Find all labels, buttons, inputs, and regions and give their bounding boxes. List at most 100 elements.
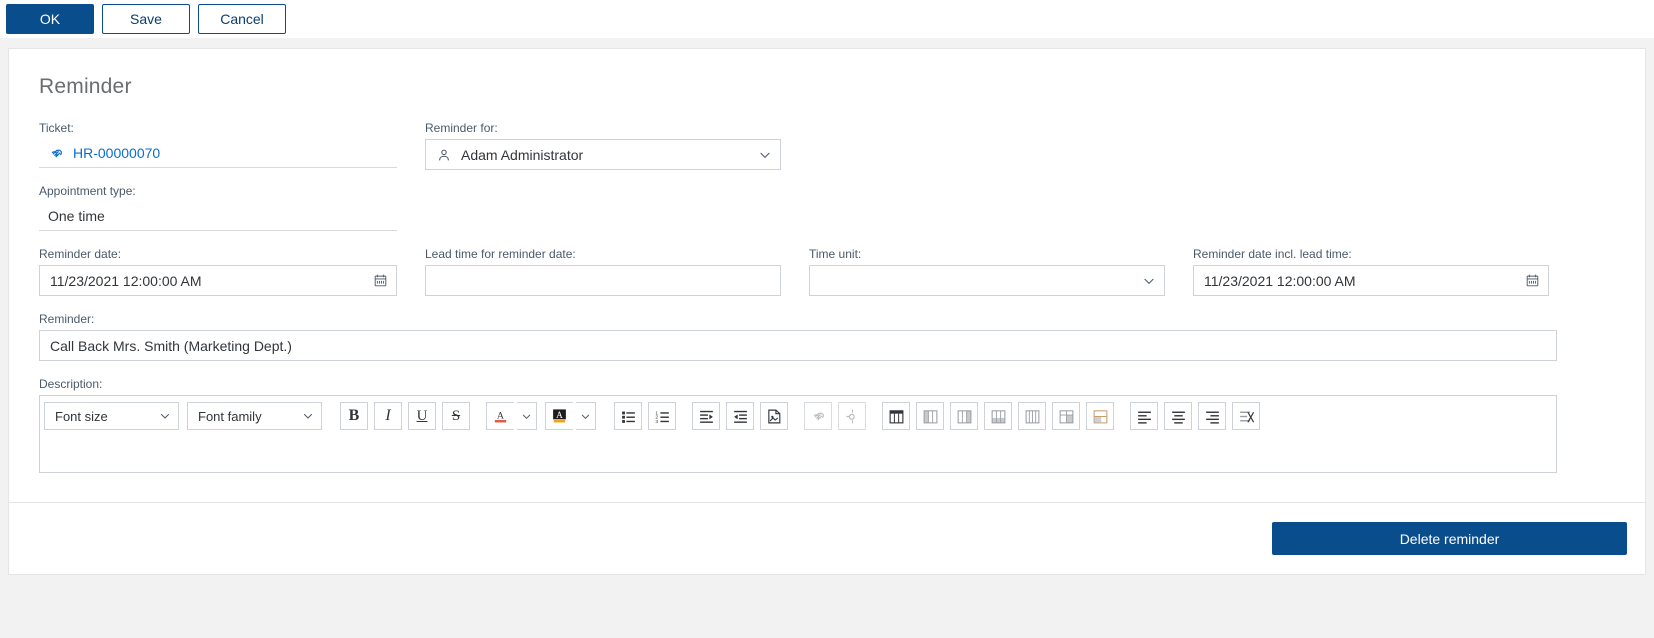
insert-link-glyph [813, 412, 824, 420]
description-group: Description: Font size Font family B I U… [39, 377, 1557, 473]
insert-link-icon[interactable] [804, 402, 832, 430]
table-split-icon[interactable] [1052, 402, 1080, 430]
clear-formatting-icon[interactable] [1232, 402, 1260, 430]
time-unit-label: Time unit: [809, 247, 862, 261]
delete-reminder-button[interactable]: Delete reminder [1272, 522, 1627, 555]
insert-table-icon[interactable] [882, 402, 910, 430]
table-column-left-icon[interactable] [916, 402, 944, 430]
font-color-dropdown[interactable] [517, 402, 537, 430]
reminder-date-group: Reminder date: 11/23/2021 12:00:00 AM [39, 247, 397, 296]
cancel-button[interactable]: Cancel [198, 4, 286, 34]
ticket-field[interactable]: HR-00000070 [39, 139, 397, 168]
numbered-list-icon[interactable]: 1 2 3 [648, 402, 676, 430]
bullet-list-glyph [621, 411, 635, 423]
reminder-date-incl-lead-value: 11/23/2021 12:00:00 AM [1204, 272, 1356, 289]
calendar-icon[interactable] [1525, 273, 1540, 288]
highlight-color-glyph: A [553, 408, 566, 422]
time-unit-select[interactable] [809, 265, 1165, 296]
highlight-color-icon[interactable]: A [545, 402, 573, 430]
align-center-icon[interactable] [1164, 402, 1192, 430]
table-merge-glyph [1093, 409, 1107, 423]
appointment-type-label: Appointment type: [39, 184, 136, 198]
reminder-input[interactable]: Call Back Mrs. Smith (Marketing Dept.) [39, 330, 1557, 361]
chevron-down-icon[interactable] [1142, 274, 1156, 288]
chevron-down-icon [161, 414, 169, 419]
highlight-color-dropdown[interactable] [576, 402, 596, 430]
reminder-date-value: 11/23/2021 12:00:00 AM [50, 272, 202, 289]
svg-text:3: 3 [655, 418, 658, 424]
ticket-group: Ticket: HR-00000070 [39, 121, 397, 168]
appointment-type-field: One time [39, 202, 397, 231]
svg-text:A: A [556, 409, 563, 419]
unlink-glyph [845, 409, 855, 423]
font-family-select[interactable]: Font family [187, 402, 322, 430]
form-row-1: Ticket: HR-00000070 Reminder for: Adam A… [39, 121, 1615, 170]
page-title: Reminder [39, 75, 132, 98]
lead-time-group: Lead time for reminder date: [425, 247, 781, 296]
chevron-down-icon [522, 414, 531, 419]
outdent-icon[interactable] [726, 402, 754, 430]
bold-icon[interactable]: B [340, 402, 368, 430]
reminder-for-group: Reminder for: Adam Administrator [425, 121, 781, 170]
appointment-type-value: One time [48, 208, 105, 224]
reminder-date-label: Reminder date: [39, 247, 122, 261]
chain-link-icon [48, 145, 65, 162]
table-column-right-icon[interactable] [950, 402, 978, 430]
italic-icon[interactable]: I [374, 402, 402, 430]
align-left-glyph [1137, 411, 1151, 424]
ticket-link[interactable]: HR-00000070 [73, 145, 160, 161]
underline-icon[interactable]: U [408, 402, 436, 430]
align-right-icon[interactable] [1198, 402, 1226, 430]
align-right-glyph [1205, 411, 1219, 424]
reminder-date-input[interactable]: 11/23/2021 12:00:00 AM [39, 265, 397, 296]
table-split-glyph [1059, 409, 1073, 423]
appointment-type-group: Appointment type: One time [39, 184, 397, 231]
unlink-icon[interactable] [838, 402, 866, 430]
action-toolbar: OK Save Cancel [0, 0, 1654, 38]
reminder-value: Call Back Mrs. Smith (Marketing Dept.) [50, 337, 292, 354]
reminder-date-incl-lead-input[interactable]: 11/23/2021 12:00:00 AM [1193, 265, 1549, 296]
chevron-down-icon [304, 414, 312, 419]
person-icon [436, 147, 452, 163]
insert-image-glyph [767, 409, 780, 423]
description-editor-body[interactable] [40, 436, 1556, 472]
font-family-label: Font family [198, 408, 262, 424]
rich-text-editor: Font size Font family B I U S A A 1 2 3 [39, 395, 1557, 473]
editor-toolbar: Font size Font family B I U S A A 1 2 3 [40, 396, 1556, 436]
font-color-icon[interactable]: A [486, 402, 514, 430]
table-column-left-glyph [923, 409, 937, 423]
page-container: Reminder Ticket: HR-00000070 Reminder fo… [0, 38, 1654, 638]
save-button[interactable]: Save [102, 4, 190, 34]
table-row-icon[interactable] [1018, 402, 1046, 430]
lead-time-input[interactable] [425, 265, 781, 296]
description-label: Description: [39, 377, 103, 391]
calendar-icon[interactable] [373, 273, 388, 288]
footer-bar: Delete reminder [8, 503, 1646, 575]
reminder-label: Reminder: [39, 312, 95, 326]
table-column-right-glyph [957, 409, 971, 423]
time-unit-group: Time unit: [809, 247, 1165, 296]
table-delete-column-icon[interactable] [984, 402, 1012, 430]
reminder-for-label: Reminder for: [425, 121, 498, 135]
bullet-list-icon[interactable] [614, 402, 642, 430]
strikethrough-icon[interactable]: S [442, 402, 470, 430]
chevron-down-icon[interactable] [758, 148, 772, 162]
reminder-for-value: Adam Administrator [461, 146, 584, 163]
table-row-glyph [1025, 409, 1039, 423]
clear-formatting-glyph [1239, 411, 1254, 422]
align-center-glyph [1171, 411, 1185, 424]
reminder-for-select[interactable]: Adam Administrator [425, 139, 781, 170]
font-size-select[interactable]: Font size [44, 402, 179, 430]
ok-button[interactable]: OK [6, 4, 94, 34]
indent-icon[interactable] [692, 402, 720, 430]
insert-table-glyph [889, 409, 903, 423]
table-merge-icon[interactable] [1086, 402, 1114, 430]
form-row-2: Appointment type: One time [39, 184, 1615, 231]
insert-image-icon[interactable] [760, 402, 788, 430]
reminder-date-incl-lead-label: Reminder date incl. lead time: [1193, 247, 1352, 261]
font-size-label: Font size [55, 408, 108, 424]
font-color-glyph: A [494, 410, 507, 422]
lead-time-label: Lead time for reminder date: [425, 247, 576, 261]
align-left-icon[interactable] [1130, 402, 1158, 430]
form-row-3: Reminder date: 11/23/2021 12:00:00 AM Le… [39, 247, 1615, 296]
